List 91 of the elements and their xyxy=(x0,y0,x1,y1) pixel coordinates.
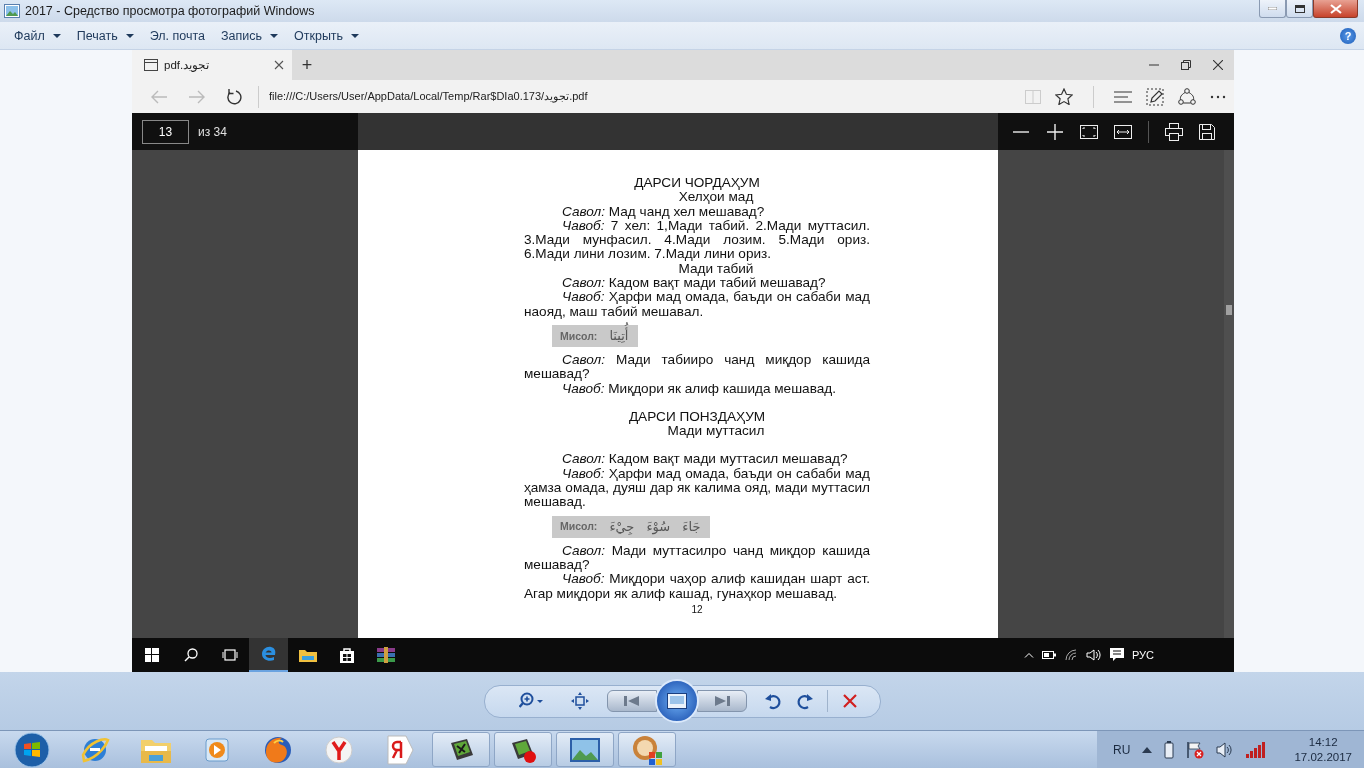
paragraph: Савол: Кадом вақт мади муттасил мешавад? xyxy=(561,452,849,467)
close-icon[interactable] xyxy=(274,60,284,70)
y-letter-circle-icon[interactable] xyxy=(323,734,354,765)
clock-time: 14:12 xyxy=(1308,734,1338,750)
close-icon[interactable] xyxy=(1213,60,1223,70)
example-label: Мисол: xyxy=(560,519,598,534)
wifi-icon[interactable] xyxy=(1063,649,1078,661)
refresh-icon[interactable] xyxy=(226,88,242,105)
rotate-left-icon[interactable] xyxy=(764,692,781,710)
menu-item[interactable]: Файл xyxy=(6,25,69,46)
previous-button[interactable] xyxy=(606,690,657,712)
language-indicator[interactable]: RU xyxy=(1113,742,1131,757)
skip-forward-icon xyxy=(713,696,730,706)
paragraph: Чавоб: Ҳарфи мад омада, баъди он сабаби мад наояд, маш табий мешавал. xyxy=(524,290,870,319)
folder-icon[interactable] xyxy=(298,648,317,662)
window-title: 2017 - Средство просмотра фотографий Windows xyxy=(25,4,316,18)
star-icon[interactable] xyxy=(1055,88,1073,105)
search-icon[interactable] xyxy=(183,648,198,662)
rotate-right-icon[interactable] xyxy=(796,692,813,710)
menu-item[interactable]: Эл. почта xyxy=(141,25,213,46)
share-icon[interactable] xyxy=(1178,87,1196,106)
paragraph: Чавоб: Миқдори чаҳор алиф кашидан шарт аст. Агар миқдори як алиф кашад, гунаҳкор мешавад. xyxy=(524,572,870,601)
page-icon xyxy=(144,59,158,71)
paragraph: Савол: Мад чанд хел мешавад? xyxy=(561,204,766,219)
fit-width-icon[interactable] xyxy=(1114,124,1132,139)
slideshow-button[interactable] xyxy=(654,679,699,723)
address-field[interactable]: file:///C:/Users/User/AppData/Local/Temp/Rar$DIa0.173/تجوید.pdf xyxy=(269,90,588,103)
print-icon[interactable] xyxy=(1165,122,1183,141)
lesson-heading: ДАРСИ ПОНЗДАҲУМ xyxy=(627,409,767,425)
start-orb-icon[interactable] xyxy=(14,731,50,768)
lesson-heading: ДАРСИ ЧОРДАҲУМ xyxy=(633,176,761,191)
paragraph: Савол: Кадом вақт мади табий мешавад? xyxy=(561,276,827,291)
tab-title: pdf.تجوید xyxy=(164,58,211,72)
pen-note-icon[interactable] xyxy=(1146,87,1164,106)
menu-item[interactable]: Печать xyxy=(68,25,142,46)
arabic-example: أُتِينَا xyxy=(607,324,631,347)
page-number-field[interactable]: 13 xyxy=(142,119,189,144)
arabic-example: جَاءَ سُوْءَ جِيْءَ xyxy=(608,517,702,537)
triangle-up-icon[interactable] xyxy=(1142,746,1153,753)
volume-icon[interactable] xyxy=(1216,741,1235,758)
close-button[interactable] xyxy=(1313,0,1358,18)
language-indicator[interactable]: РУС xyxy=(1131,649,1154,661)
paragraph: Чавоб: 7 хел: 1,Мади табий. 2.Мади муттасил. 3.Мади мунфасил. 4.Мади лозим. 5.Мади ориз. 6.Мади лини лозим. 7.Мади лини ориз. xyxy=(524,218,870,262)
browser-e-icon[interactable] xyxy=(260,646,277,662)
volume-icon[interactable] xyxy=(1085,649,1102,661)
menu-item[interactable]: Открыть xyxy=(286,25,368,46)
notification-icon[interactable] xyxy=(1109,648,1124,662)
clock-date: 17.02.2017 xyxy=(1294,749,1352,765)
skip-back-icon xyxy=(623,696,640,706)
close-icon xyxy=(1329,3,1342,14)
next-button[interactable] xyxy=(696,690,747,712)
letter-tag-icon[interactable] xyxy=(384,733,415,766)
section-subheading: Мади табий xyxy=(678,261,754,277)
medal-grid-icon[interactable] xyxy=(631,733,663,766)
zoom-magnifier-icon[interactable] xyxy=(518,692,545,710)
lines-icon[interactable] xyxy=(1114,90,1132,103)
photo-viewer-icon xyxy=(4,4,20,18)
zoom-in-icon[interactable] xyxy=(1046,122,1064,141)
restore-icon[interactable] xyxy=(1181,60,1191,70)
new-tab-button[interactable]: + xyxy=(292,50,322,80)
flag-error-icon[interactable] xyxy=(1186,740,1205,759)
page-count: из 34 xyxy=(198,124,227,139)
maximize-button[interactable] xyxy=(1286,0,1313,18)
archive-books-icon[interactable] xyxy=(375,647,396,663)
battery-icon[interactable] xyxy=(1041,651,1056,659)
store-bag-icon[interactable] xyxy=(338,647,355,663)
help-button[interactable]: ? xyxy=(1340,27,1356,44)
paragraph: Чавоб: Ҳарфи мад омада, баъди он сабаби мад ҳамза омада, дуяш дар як калима ояд, мади муттасил мешавад. xyxy=(524,466,870,510)
chevron-up-icon[interactable] xyxy=(1023,652,1034,658)
more-dots-icon[interactable] xyxy=(1210,94,1226,99)
delete-x-icon[interactable] xyxy=(841,693,858,709)
minimize-icon xyxy=(1268,7,1277,10)
signal-bars-icon[interactable] xyxy=(1246,741,1267,758)
page-number: 12 xyxy=(690,602,704,617)
example-label: Мисол: xyxy=(560,328,598,344)
paragraph: Савол: Мади табииро чанд миқдор кашида мешавад? xyxy=(524,352,870,382)
browser-tab[interactable]: pdf.تجوید xyxy=(132,50,292,80)
maximize-icon xyxy=(1294,4,1305,13)
actual-size-icon[interactable] xyxy=(570,692,589,710)
lesson-subtitle: Мади муттасил xyxy=(667,424,766,441)
battery-icon[interactable] xyxy=(1164,740,1175,759)
menu-item[interactable]: Запись xyxy=(213,25,286,46)
paragraph: Чавоб: Миқдори як алиф кашида мешавад. xyxy=(562,381,837,396)
landscape-photo-icon[interactable] xyxy=(568,735,602,764)
fit-page-icon[interactable] xyxy=(1080,124,1098,139)
lesson-subtitle: Хелҳои мад xyxy=(678,190,754,205)
paragraph: Савол: Мади муттасилро чанд миқдор кашида мешавад? xyxy=(524,543,870,573)
windows-logo-icon[interactable] xyxy=(144,648,159,662)
task-view-icon[interactable] xyxy=(221,649,238,661)
screen-icon xyxy=(666,693,687,709)
scrollbar[interactable] xyxy=(1224,150,1234,638)
